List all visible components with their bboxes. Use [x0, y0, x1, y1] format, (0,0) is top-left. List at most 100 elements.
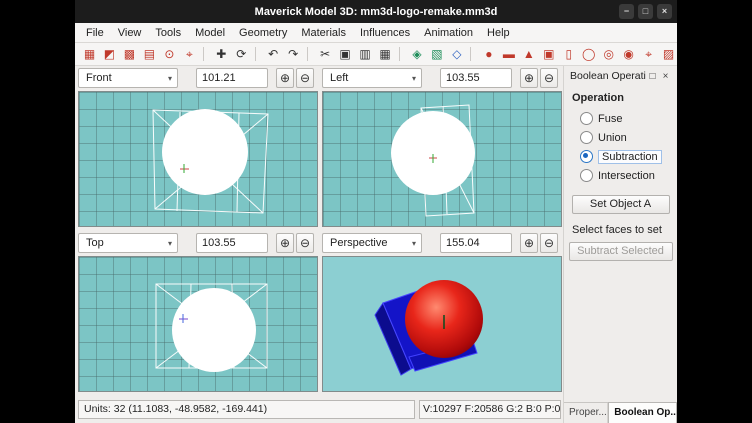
menu-influences[interactable]: Influences	[353, 25, 417, 41]
perspective-model-render	[323, 257, 561, 391]
menu-file[interactable]: File	[79, 25, 111, 41]
top-canvas[interactable]	[78, 256, 318, 392]
top-zoom-input[interactable]: 103.55	[196, 233, 268, 253]
select-points-tool-icon[interactable]: ⌖	[181, 46, 198, 63]
move-tool-icon[interactable]: ✚	[213, 46, 230, 63]
background-image-icon[interactable]: ▨	[660, 46, 677, 63]
vertex-create-icon[interactable]: ●	[480, 46, 497, 63]
tab-properties[interactable]: Proper...	[564, 403, 608, 423]
select-vertices-tool-icon[interactable]: ▦	[81, 46, 98, 63]
top-view-select[interactable]: Top ▾	[78, 233, 178, 253]
radio-circle-icon	[580, 131, 593, 144]
top-zoom-out-icon[interactable]: ⊖	[296, 233, 314, 253]
radio-fuse[interactable]: Fuse	[564, 109, 677, 128]
status-units: Units: 32 (11.1083, -48.9582, -169.441)	[78, 400, 415, 419]
face-create-icon[interactable]: ▲	[520, 46, 537, 63]
edge-create-icon[interactable]: ▬	[500, 46, 517, 63]
front-model-wireframe	[79, 92, 317, 226]
window-title: Maverick Model 3D: mm3d-logo-remake.mm3d	[255, 6, 498, 18]
menu-bar: File View Tools Model Geometry Materials…	[75, 23, 677, 43]
front-zoom-out-icon[interactable]: ⊖	[296, 68, 314, 88]
redo-icon[interactable]: ↷	[285, 46, 302, 63]
toolbar-separator	[203, 47, 208, 61]
operation-section-label: Operation	[572, 92, 677, 104]
menu-model[interactable]: Model	[188, 25, 232, 41]
radio-union[interactable]: Union	[564, 128, 677, 147]
tab-boolean-operation[interactable]: Boolean Op...	[608, 402, 677, 423]
cylinder-create-icon[interactable]: ▯	[560, 46, 577, 63]
boolean-operation-panel: Boolean Operation □ × Operation Fuse Uni…	[563, 66, 677, 423]
ellipsoid-create-icon[interactable]: ◉	[620, 46, 637, 63]
float-panel-icon[interactable]: □	[646, 71, 659, 82]
perspective-view-select[interactable]: Perspective ▾	[322, 233, 422, 253]
select-connected-tool-icon[interactable]: ▩	[121, 46, 138, 63]
radio-circle-icon	[580, 169, 593, 182]
radio-subtraction[interactable]: Subtraction	[564, 147, 677, 166]
radio-intersection-label: Intersection	[598, 170, 655, 182]
select-faces-tool-icon[interactable]: ◩	[101, 46, 118, 63]
perspective-zoom-input[interactable]: 155.04	[440, 233, 512, 253]
viewport-front: Front ▾ 101.21 ⊕ ⊖	[78, 68, 318, 227]
select-joints-tool-icon[interactable]: ⊙	[161, 46, 178, 63]
set-object-a-button[interactable]: Set Object A	[572, 195, 670, 214]
menu-tools[interactable]: Tools	[148, 25, 188, 41]
perspective-zoom-out-icon[interactable]: ⊖	[540, 233, 558, 253]
undo-icon[interactable]: ↶	[265, 46, 282, 63]
perspective-canvas[interactable]	[322, 256, 562, 392]
front-canvas[interactable]	[78, 91, 318, 227]
left-zoom-out-icon[interactable]: ⊖	[540, 68, 558, 88]
top-viewport-header: Top ▾ 103.55 ⊕ ⊖	[78, 233, 318, 253]
viewport-left: Left ▾ 103.55 ⊕ ⊖	[322, 68, 562, 227]
radio-circle-icon	[580, 112, 593, 125]
left-view-select[interactable]: Left ▾	[322, 68, 422, 88]
cube-create-icon[interactable]: ▣	[540, 46, 557, 63]
radio-fuse-label: Fuse	[598, 113, 622, 125]
torus-create-icon[interactable]: ◎	[600, 46, 617, 63]
wireframe-view-icon[interactable]: ◇	[448, 46, 465, 63]
top-zoom-in-icon[interactable]: ⊕	[276, 233, 294, 253]
panel-title: Boolean Operation	[570, 70, 646, 82]
front-zoom-in-icon[interactable]: ⊕	[276, 68, 294, 88]
front-zoom-input[interactable]: 101.21	[196, 68, 268, 88]
menu-help[interactable]: Help	[480, 25, 517, 41]
viewport-perspective: Perspective ▾ 155.04 ⊕ ⊖	[322, 233, 562, 392]
close-icon[interactable]: ×	[657, 4, 672, 19]
minimize-icon[interactable]: −	[619, 4, 634, 19]
close-panel-icon[interactable]: ×	[659, 71, 672, 82]
viewport-area: Front ▾ 101.21 ⊕ ⊖	[75, 66, 563, 396]
title-bar: Maverick Model 3D: mm3d-logo-remake.mm3d…	[75, 0, 677, 23]
front-view-select[interactable]: Front ▾	[78, 68, 178, 88]
viewport-top: Top ▾ 103.55 ⊕ ⊖	[78, 233, 318, 392]
menu-materials[interactable]: Materials	[294, 25, 353, 41]
menu-animation[interactable]: Animation	[417, 25, 480, 41]
projection-create-icon[interactable]: ⌖	[640, 46, 657, 63]
left-canvas[interactable]	[322, 91, 562, 227]
snap-to-grid-icon[interactable]: ◈	[409, 46, 426, 63]
radio-intersection[interactable]: Intersection	[564, 166, 677, 185]
left-zoom-input[interactable]: 103.55	[440, 68, 512, 88]
select-groups-tool-icon[interactable]: ▤	[141, 46, 158, 63]
left-view-select-value: Left	[330, 72, 348, 84]
texture-view-icon[interactable]: ▧	[428, 46, 445, 63]
app-window: Maverick Model 3D: mm3d-logo-remake.mm3d…	[75, 0, 677, 423]
toolbar-separator	[255, 47, 260, 61]
toolbar-separator	[307, 47, 312, 61]
toolbar: ▦ ◩ ▩ ▤ ⊙ ⌖ ✚ ⟳ ↶ ↷ ✂ ▣ ▥	[75, 43, 677, 66]
status-model-stats: V:10297 F:20586 G:2 B:0 P:0 M:2	[419, 400, 561, 419]
rotate-tool-icon[interactable]: ⟳	[233, 46, 250, 63]
grid-icon[interactable]: ▦	[377, 46, 394, 63]
subtract-selected-button[interactable]: Subtract Selected	[569, 242, 673, 261]
radio-circle-selected-icon	[580, 150, 593, 163]
toolbar-separator	[470, 47, 475, 61]
left-zoom-in-icon[interactable]: ⊕	[520, 68, 538, 88]
maximize-icon[interactable]: □	[638, 4, 653, 19]
left-viewport-header: Left ▾ 103.55 ⊕ ⊖	[322, 68, 562, 88]
sphere-create-icon[interactable]: ◯	[580, 46, 597, 63]
menu-geometry[interactable]: Geometry	[232, 25, 294, 41]
chevron-down-icon: ▾	[412, 74, 416, 83]
copy-icon[interactable]: ▣	[337, 46, 354, 63]
menu-view[interactable]: View	[111, 25, 149, 41]
cut-icon[interactable]: ✂	[317, 46, 334, 63]
perspective-zoom-in-icon[interactable]: ⊕	[520, 233, 538, 253]
paste-icon[interactable]: ▥	[357, 46, 374, 63]
